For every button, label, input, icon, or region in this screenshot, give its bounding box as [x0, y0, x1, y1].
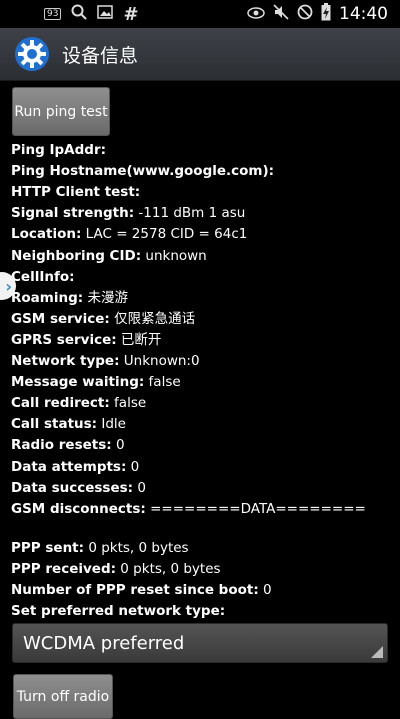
info-row: Call status: Idle	[11, 414, 126, 434]
info-label: Data successes:	[11, 479, 134, 496]
info-value: Unknown:0	[119, 353, 200, 369]
info-label: Ping Hostname(www.google.com):	[11, 163, 275, 180]
dropdown-arrow-icon	[371, 646, 383, 658]
info-label: PPP sent:	[11, 540, 85, 556]
mute-icon	[273, 4, 289, 24]
info-value: 0	[258, 582, 272, 599]
hash-icon: #	[123, 3, 139, 25]
info-row: Ping IpAddr:	[11, 140, 106, 160]
info-row: Ping Hostname(www.google.com):	[11, 161, 274, 181]
info-label: GSM disconnects:	[11, 500, 146, 517]
info-label: Number of PPP reset since boot:	[11, 582, 259, 599]
info-value: 仅限紧急通话	[109, 310, 196, 327]
info-value: false	[144, 374, 181, 391]
info-row: Location: LAC = 2578 CID = 64c1	[11, 224, 247, 244]
action-bar: 设备信息	[0, 28, 400, 81]
info-value: 未漫游	[83, 289, 128, 306]
info-label: Network type:	[11, 353, 120, 369]
status-bar: 93 # 14:40	[0, 0, 400, 28]
settings-gear-icon	[15, 37, 49, 71]
info-label: Signal strength:	[11, 205, 135, 222]
info-label: PPP received:	[11, 561, 117, 578]
preferred-network-type-select[interactable]: WCDMA preferred	[12, 623, 388, 663]
info-row: Call redirect: false	[11, 393, 146, 413]
info-row: Radio resets: 0	[11, 435, 125, 455]
select-value: WCDMA preferred	[23, 632, 185, 654]
info-value: 0 pkts, 0 bytes	[84, 540, 189, 556]
info-label: GPRS service:	[11, 331, 117, 348]
info-row: Message waiting: false	[11, 372, 181, 392]
turn-off-radio-button[interactable]: Turn off radio	[13, 674, 113, 719]
info-row: GSM service: 仅限紧急通话	[11, 309, 195, 329]
info-value: 0	[126, 458, 140, 475]
info-label: Message waiting:	[11, 374, 145, 391]
info-value: 0	[133, 479, 146, 496]
info-label: Set preferred network type:	[11, 603, 226, 620]
info-label: CellInfo:	[11, 268, 75, 285]
info-label: HTTP Client test:	[11, 184, 141, 201]
no-signal-icon	[297, 4, 313, 24]
clock: 14:40	[339, 4, 388, 24]
info-label: Data attempts:	[11, 458, 127, 475]
info-row: CellInfo:	[11, 267, 75, 287]
info-row: Roaming: 未漫游	[11, 288, 128, 308]
info-label: Radio resets:	[11, 437, 112, 454]
info-value: LAC = 2578 CID = 64c1	[81, 226, 248, 243]
page-title: 设备信息	[62, 44, 139, 67]
info-value: ========DATA========	[145, 500, 366, 517]
info-row: Data attempts: 0	[11, 457, 139, 477]
info-row: Network type: Unknown:0	[11, 351, 200, 371]
info-row: GPRS service: 已断开	[11, 330, 161, 350]
info-row: Data successes: 0	[11, 478, 146, 498]
info-value: 已断开	[116, 331, 162, 348]
search-icon	[71, 4, 88, 24]
info-label: Location:	[11, 226, 82, 243]
info-row: GSM disconnects: ========DATA========	[11, 499, 366, 519]
info-row: PPP received: 0 pkts, 0 bytes	[11, 559, 221, 579]
run-ping-test-button[interactable]: Run ping test	[12, 87, 110, 136]
info-row: HTTP Client test:	[11, 182, 140, 202]
info-value: -111 dBm 1 asu	[134, 205, 246, 222]
info-value: unknown	[141, 247, 207, 264]
info-label: GSM service:	[11, 310, 110, 327]
info-value: false	[109, 395, 147, 412]
info-value: 0 pkts, 0 bytes	[116, 561, 221, 578]
info-label: Roaming:	[11, 289, 84, 306]
info-label: Neighboring CID:	[11, 247, 142, 264]
info-value: Idle	[97, 416, 126, 433]
info-row: Signal strength: -111 dBm 1 asu	[11, 203, 245, 223]
info-row: Number of PPP reset since boot: 0	[11, 580, 272, 600]
info-label: Call redirect:	[11, 395, 110, 412]
info-label: Call status:	[11, 416, 98, 433]
info-row: Neighboring CID: unknown	[11, 246, 207, 266]
image-icon	[97, 5, 114, 23]
battery-charging-icon	[321, 3, 331, 25]
info-row: Set preferred network type:	[11, 601, 225, 621]
info-label: Ping IpAddr:	[11, 142, 107, 158]
info-row: PPP sent: 0 pkts, 0 bytes	[11, 538, 189, 558]
eye-icon	[247, 5, 265, 23]
info-value: 0	[111, 437, 125, 454]
notification-badge: 93	[44, 8, 62, 20]
